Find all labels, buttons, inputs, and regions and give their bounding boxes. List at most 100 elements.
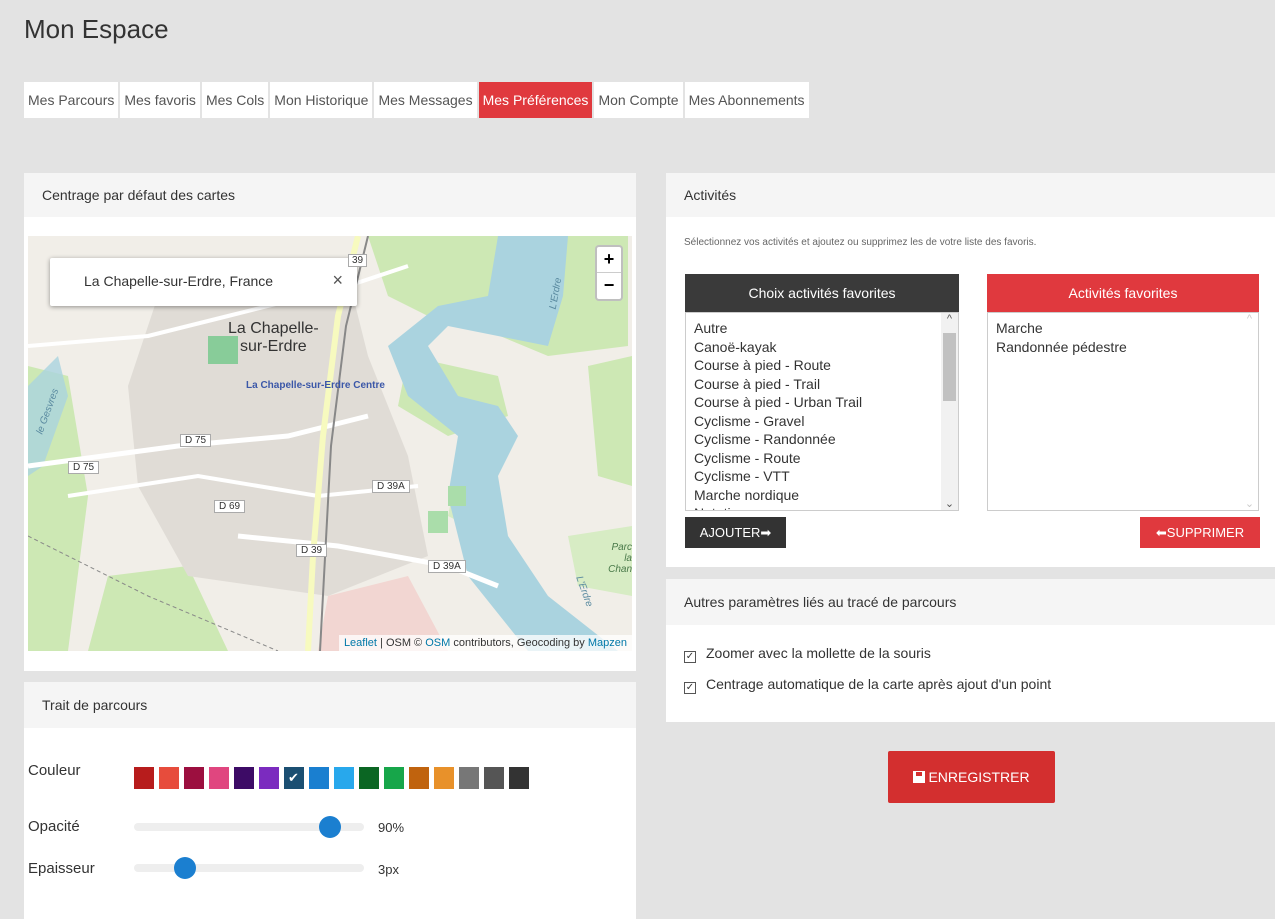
add-button-label: AJOUTER: [699, 525, 761, 540]
scroll-up-icon[interactable]: ^: [1241, 313, 1258, 325]
list-item[interactable]: Canoë-kayak: [694, 338, 958, 357]
map-attribution: Leaflet | OSM © OSM contributors, Geocod…: [338, 635, 632, 651]
mapzen-link[interactable]: Mapzen: [588, 637, 627, 649]
color-swatch[interactable]: [434, 767, 454, 789]
color-label: Couleur: [28, 762, 81, 779]
list-item[interactable]: Course à pied - Route: [694, 356, 958, 375]
map-park-label: Parc la Chan: [598, 542, 632, 575]
list-item[interactable]: Autre: [694, 319, 958, 338]
thickness-slider[interactable]: [134, 864, 364, 872]
color-swatch[interactable]: [409, 767, 429, 789]
color-swatch[interactable]: [484, 767, 504, 789]
add-activity-button[interactable]: AJOUTER➡: [685, 517, 786, 548]
auto-center-checkbox[interactable]: ✓: [684, 682, 696, 694]
thickness-label: Epaisseur: [28, 860, 95, 877]
map-view[interactable]: La Chapelle-sur-Erdre, France × + − La C…: [28, 236, 632, 651]
list-item[interactable]: Randonnée pédestre: [996, 338, 1258, 357]
map-park-label-line1: Parc: [611, 542, 632, 553]
tab-mes-messages[interactable]: Mes Messages: [374, 82, 477, 118]
list-item[interactable]: Cyclisme - Gravel: [694, 412, 958, 431]
scrollbar-thumb[interactable]: [943, 333, 956, 401]
map-road-d39: D 39: [296, 544, 328, 557]
scroll-down-icon[interactable]: ⌄: [941, 497, 958, 510]
tab-mes-abonnements[interactable]: Mes Abonnements: [684, 82, 809, 118]
route-line-panel: Trait de parcours: [24, 682, 636, 919]
map-town-label: La Chapelle- sur-Erdre: [228, 320, 319, 356]
thickness-slider-handle[interactable]: [173, 857, 196, 879]
color-swatch[interactable]: [334, 767, 354, 789]
color-swatch[interactable]: [284, 767, 304, 789]
scroll-down-icon[interactable]: ⌄: [1241, 497, 1258, 510]
page-title: Mon Espace: [24, 14, 169, 44]
list-item[interactable]: Cyclisme - Route: [694, 449, 958, 468]
color-swatch[interactable]: [184, 767, 204, 789]
thickness-value: 3px: [378, 862, 399, 877]
auto-center-option[interactable]: ✓ Centrage automatique de la carte après …: [684, 676, 1051, 694]
list-item[interactable]: Course à pied - Urban Trail: [694, 393, 958, 412]
location-search-box[interactable]: La Chapelle-sur-Erdre, France ×: [50, 258, 357, 306]
tab-mes-favoris[interactable]: Mes favoris: [120, 82, 200, 118]
auto-center-label: Centrage automatique de la carte après a…: [706, 676, 1052, 692]
save-button[interactable]: ENREGISTRER: [888, 751, 1055, 803]
opacity-value: 90%: [378, 820, 405, 835]
available-activities-header: Choix activités favorites: [685, 274, 959, 312]
map-centre-label: La Chapelle-sur-Erdre Centre: [246, 380, 385, 391]
list-item[interactable]: Cyclisme - VTT: [694, 467, 958, 486]
attribution-text-2: contributors, Geocoding by: [450, 637, 588, 649]
map-town-label-line1: La Chapelle-: [228, 320, 319, 337]
tab-bar: Mes Parcours Mes favoris Mes Cols Mon Hi…: [24, 82, 809, 118]
osm-link[interactable]: OSM: [425, 637, 450, 649]
attribution-text-1: | OSM ©: [376, 637, 426, 649]
zoom-out-button[interactable]: −: [597, 273, 621, 299]
list-item[interactable]: Course à pied - Trail: [694, 375, 958, 394]
floppy-disk-icon: [913, 771, 926, 783]
favorite-activities-scrollbar[interactable]: ^ ⌄: [1241, 313, 1258, 510]
map-park-label-line2: la Chan: [608, 553, 632, 575]
scroll-zoom-option[interactable]: ✓ Zoomer avec la mollette de la souris: [684, 645, 931, 663]
list-item[interactable]: Cyclisme - Randonnée: [694, 430, 958, 449]
color-swatch[interactable]: [159, 767, 179, 789]
scroll-zoom-checkbox[interactable]: ✓: [684, 651, 696, 663]
color-swatch[interactable]: [359, 767, 379, 789]
color-swatch[interactable]: [234, 767, 254, 789]
color-swatch[interactable]: [384, 767, 404, 789]
leaflet-link[interactable]: Leaflet: [344, 637, 377, 649]
color-swatch[interactable]: [134, 767, 154, 789]
map-town-label-line2: sur-Erdre: [240, 338, 307, 355]
map-road-d39a: D 39A: [372, 480, 410, 493]
favorite-activities-list[interactable]: Marche Randonnée pédestre ^ ⌄: [987, 312, 1259, 511]
color-swatch[interactable]: [209, 767, 229, 789]
close-icon[interactable]: ×: [332, 270, 343, 291]
color-swatch[interactable]: [459, 767, 479, 789]
opacity-slider-handle[interactable]: [319, 816, 341, 838]
scroll-up-icon[interactable]: ^: [941, 313, 958, 325]
color-swatch[interactable]: [509, 767, 529, 789]
tab-mon-compte[interactable]: Mon Compte: [594, 82, 683, 118]
opacity-label: Opacité: [28, 818, 80, 835]
route-line-title: Trait de parcours: [24, 682, 636, 728]
map-road-d69: D 69: [214, 500, 246, 513]
map-road-d75: D 75: [180, 434, 212, 447]
location-search-value[interactable]: La Chapelle-sur-Erdre, France: [84, 273, 273, 289]
tab-mes-cols[interactable]: Mes Cols: [201, 82, 269, 118]
remove-activity-button[interactable]: ⬅SUPPRIMER: [1140, 517, 1260, 548]
route-settings-title: Autres paramètres liés au tracé de parco…: [666, 579, 1275, 625]
color-swatch[interactable]: [259, 767, 279, 789]
arrow-left-icon: ⬅: [1155, 525, 1167, 540]
tab-mes-parcours[interactable]: Mes Parcours: [24, 82, 119, 118]
zoom-control: + −: [595, 245, 623, 301]
available-activities-list[interactable]: Autre Canoë-kayak Course à pied - Route Cou…: [685, 312, 959, 511]
zoom-in-button[interactable]: +: [597, 247, 621, 273]
tab-mon-historique[interactable]: Mon Historique: [270, 82, 373, 118]
remove-button-label: SUPPRIMER: [1166, 525, 1245, 540]
color-swatch[interactable]: [309, 767, 329, 789]
tab-mes-preferences[interactable]: Mes Préférences: [478, 82, 593, 118]
list-item[interactable]: Marche nordique: [694, 486, 958, 505]
list-item[interactable]: Natation: [694, 504, 958, 510]
favorite-activities-header: Activités favorites: [987, 274, 1259, 312]
activities-hint: Sélectionnez vos activités et ajoutez ou…: [684, 237, 1037, 248]
map-road-number: 39: [348, 254, 368, 267]
available-activities-scrollbar[interactable]: ^ ⌄: [941, 313, 958, 510]
map-road-d75-west: D 75: [68, 461, 100, 474]
list-item[interactable]: Marche: [996, 319, 1258, 338]
